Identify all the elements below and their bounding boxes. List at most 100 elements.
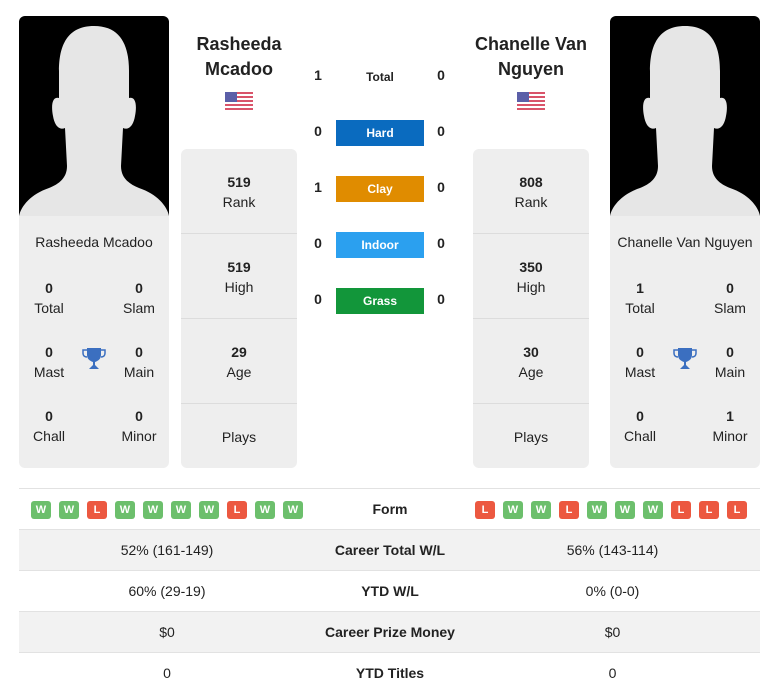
plays-label: Plays [513, 429, 549, 445]
player1-name-line1: Rasheeda [196, 34, 282, 54]
player2-rank: 808 Rank [473, 149, 589, 234]
rank-label: Rank [222, 194, 256, 210]
stat-label: Minor [121, 428, 157, 444]
player1-titles-main: 0 Main [109, 342, 169, 382]
form-win-badge[interactable]: W [255, 501, 275, 519]
player1-card: Rasheeda Mcadoo 0 Total 0 Slam 0 Mast 0 … [19, 16, 169, 468]
high-label: High [224, 279, 254, 295]
player2-age: 30 Age [473, 319, 589, 404]
stat-value: 0 [45, 408, 53, 424]
player1-plays: Plays [181, 404, 297, 468]
player2-titles-mast: 0 Mast [610, 342, 670, 382]
form-loss-badge[interactable]: L [699, 501, 719, 519]
form-win-badge[interactable]: W [199, 501, 219, 519]
h2h-total-p1: 1 [314, 67, 322, 83]
player2-titles-minor: 1 Minor [700, 406, 760, 446]
stat-value: 0 [45, 344, 53, 360]
form-win-badge[interactable]: W [115, 501, 135, 519]
rank-label: Rank [514, 194, 548, 210]
h2h-grass-p1: 0 [314, 291, 322, 307]
rank-value: 808 [519, 174, 543, 190]
h2h-indoor-p1: 0 [314, 235, 322, 251]
player2-titles-slam: 0 Slam [700, 278, 760, 318]
row-label: YTD Titles [355, 665, 425, 681]
form-win-badge[interactable]: W [31, 501, 51, 519]
age-value: 30 [523, 344, 539, 360]
stat-label: Slam [714, 300, 746, 316]
player1-titles-chall: 0 Chall [19, 406, 79, 446]
player2-name-link[interactable]: Chanelle Van Nguyen [461, 32, 601, 82]
form-win-badge[interactable]: W [643, 501, 663, 519]
player1-rank-panel: 519 Rank 519 High 29 Age Plays [181, 149, 297, 468]
surface-clay-badge[interactable]: Clay [336, 176, 424, 202]
h2h-clay-p2: 0 [437, 179, 445, 195]
stat-label: Minor [712, 428, 748, 444]
h2h-total-p2: 0 [437, 67, 445, 83]
us-flag-icon [225, 92, 253, 112]
form-win-badge[interactable]: W [283, 501, 303, 519]
form-win-badge[interactable]: W [59, 501, 79, 519]
player1-value: 60% (29-19) [128, 583, 206, 599]
player1-high: 519 High [181, 234, 297, 319]
stat-label: Mast [624, 364, 656, 380]
player1-rank: 519 Rank [181, 149, 297, 234]
high-label: High [516, 279, 546, 295]
stat-label: Chall [33, 428, 65, 444]
player1-value: 52% (161-149) [120, 542, 214, 558]
row-label: Career Prize Money [325, 624, 455, 640]
player1-name-link[interactable]: Rasheeda Mcadoo [169, 32, 309, 82]
player2-value: $0 [604, 624, 621, 640]
stat-label: Main [714, 364, 746, 380]
surface-hard-badge[interactable]: Hard [336, 120, 424, 146]
form-win-badge[interactable]: W [143, 501, 163, 519]
form-loss-badge[interactable]: L [475, 501, 495, 519]
form-loss-badge[interactable]: L [671, 501, 691, 519]
stat-label: Slam [123, 300, 155, 316]
stat-label: Total [34, 300, 64, 316]
player2-plays: Plays [473, 404, 589, 468]
silhouette-icon [19, 26, 169, 216]
form-win-badge[interactable]: W [587, 501, 607, 519]
stat-label: Main [123, 364, 155, 380]
form-win-badge[interactable]: W [531, 501, 551, 519]
player2-name-line1: Chanelle Van [474, 34, 588, 54]
plays-label: Plays [221, 429, 257, 445]
age-label: Age [226, 364, 252, 380]
stat-value: 0 [636, 408, 644, 424]
player2-titles-chall: 0 Chall [610, 406, 670, 446]
form-loss-badge[interactable]: L [559, 501, 579, 519]
form-loss-badge[interactable]: L [87, 501, 107, 519]
h2h-indoor-p2: 0 [437, 235, 445, 251]
player1-value: 0 [163, 665, 171, 681]
rank-value: 519 [227, 174, 251, 190]
form-loss-badge[interactable]: L [227, 501, 247, 519]
stat-value: 0 [636, 344, 644, 360]
player1-name-line2: Mcadoo [204, 59, 273, 79]
player2-titles-total: 1 Total [610, 278, 670, 318]
stat-value: 0 [726, 344, 734, 360]
high-value: 350 [519, 259, 543, 275]
player2-high: 350 High [473, 234, 589, 319]
form-loss-badge[interactable]: L [727, 501, 747, 519]
form-win-badge[interactable]: W [615, 501, 635, 519]
stat-value: 0 [45, 280, 53, 296]
stat-value: 0 [135, 344, 143, 360]
surface-grass-badge[interactable]: Grass [336, 288, 424, 314]
stat-value: 0 [726, 280, 734, 296]
comparison-row: 60% (29-19) YTD W/L 0% (0-0) [19, 570, 760, 611]
stat-label: Chall [624, 428, 656, 444]
player2-rank-panel: 808 Rank 350 High 30 Age Plays [473, 149, 589, 468]
stat-label: Total [625, 300, 655, 316]
surface-indoor-badge[interactable]: Indoor [336, 232, 424, 258]
player2-value: 0 [608, 665, 617, 681]
trophy-icon [672, 346, 698, 372]
stat-value: 0 [135, 408, 143, 424]
h2h-hard-p1: 0 [314, 123, 322, 139]
h2h-total-label: Total [366, 70, 394, 84]
silhouette-icon [610, 26, 760, 216]
player2-name-line2: Nguyen [497, 59, 564, 79]
form-win-badge[interactable]: W [503, 501, 523, 519]
form-win-badge[interactable]: W [171, 501, 191, 519]
player2-photo [610, 16, 760, 216]
stat-value: 1 [726, 408, 734, 424]
